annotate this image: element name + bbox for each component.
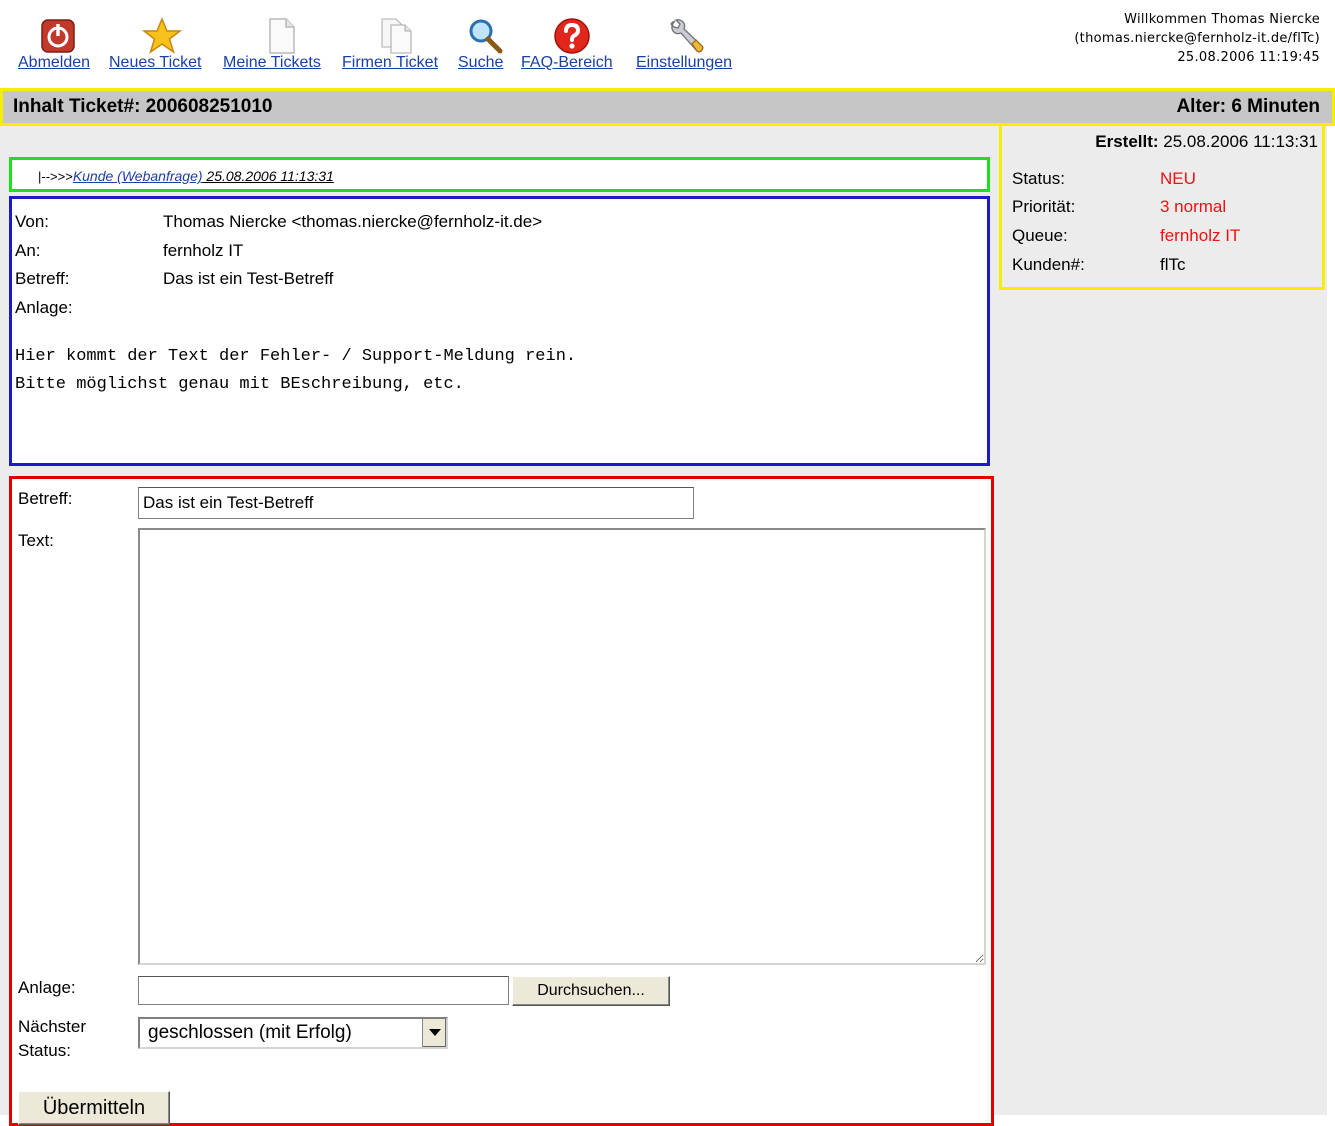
toolbar-label-new-ticket[interactable]: Neues Ticket (109, 54, 201, 72)
power-icon (41, 19, 75, 53)
wrench-icon (670, 19, 704, 53)
info-value-status: NEU (1160, 169, 1196, 188)
message-field-label: Von: (15, 212, 50, 231)
article-list-entry: |-->>>Kunde (Webanfrage) 25.08.2006 11:1… (9, 157, 990, 192)
ticket-title: Inhalt Ticket#: 200608251010 (13, 96, 273, 117)
toolbar-label-my-tickets[interactable]: Meine Tickets (223, 54, 321, 72)
search-icon (469, 19, 503, 54)
article-date: 25.08.2006 11:13:31 (202, 168, 334, 184)
toolbar-label-settings[interactable]: Einstellungen (636, 54, 732, 72)
welcome-text: Willkommen Thomas Niercke (1124, 12, 1320, 27)
ticket-info-box: Erstellt: 25.08.2006 11:13:31 Status: NE… (999, 126, 1325, 290)
document-icon (269, 18, 295, 54)
ticket-age: Alter: 6 Minuten (1176, 96, 1320, 117)
toolbar-label-faq[interactable]: FAQ-Bereich (521, 54, 613, 72)
info-value-priority: 3 normal (1160, 197, 1227, 216)
article-message: Von: Thomas Niercke <thomas.niercke@fern… (9, 196, 990, 466)
documents-icon (381, 18, 412, 54)
attachment-input[interactable] (138, 976, 509, 1005)
toolbar-label-company-tickets[interactable]: Firmen Ticket (342, 54, 438, 72)
user-account: (thomas.niercke@fernholz-it.de/flTc) (1074, 31, 1320, 46)
message-field-value: Das ist ein Test-Betreff (163, 269, 334, 288)
message-field-value: Thomas Niercke <thomas.niercke@fernholz-… (163, 212, 543, 231)
user-info: Willkommen Thomas Niercke (thomas.nierck… (1074, 10, 1320, 67)
next-status-select[interactable]: geschlossen (mit Erfolg) (138, 1017, 448, 1049)
article-sender-link[interactable]: Kunde (Webanfrage) (73, 168, 203, 184)
created-label: Erstellt: (1095, 132, 1159, 151)
ticket-header: Inhalt Ticket#: 200608251010 Alter: 6 Mi… (0, 88, 1335, 126)
subject-input[interactable] (138, 487, 694, 519)
next-status-label-line1: Nächster (18, 1017, 87, 1036)
subject-label: Betreff: (18, 489, 73, 508)
message-field-label: Betreff: (15, 269, 70, 288)
reply-form: Betreff: Text: Anlage: Durchsuchen... Nä… (9, 476, 994, 1126)
created-info: Erstellt: 25.08.2006 11:13:31 (1095, 132, 1318, 152)
browse-button[interactable]: Durchsuchen... (512, 976, 670, 1006)
text-label: Text: (18, 531, 54, 550)
toolbar-label-search[interactable]: Suche (458, 54, 503, 72)
info-label: Status: (1012, 169, 1065, 188)
next-status-label-line2: Status: (18, 1041, 71, 1060)
chevron-down-icon[interactable] (422, 1019, 446, 1047)
info-label: Priorität: (1012, 197, 1076, 216)
text-area[interactable] (138, 528, 986, 965)
star-icon (142, 17, 182, 54)
help-icon (554, 18, 590, 54)
submit-button[interactable]: Übermitteln (18, 1091, 170, 1125)
info-value-queue: fernholz IT (1160, 226, 1241, 245)
message-field-label: Anlage: (15, 298, 73, 317)
message-body: Hier kommt der Text der Fehler- / Suppor… (15, 347, 577, 394)
message-field-value: fernholz IT (163, 241, 244, 260)
article-prefix: |-->>> (38, 169, 73, 184)
message-field-label: An: (15, 241, 41, 260)
current-datetime: 25.08.2006 11:19:45 (1177, 50, 1320, 65)
toolbar-label-logout[interactable]: Abmelden (18, 54, 90, 72)
info-label: Queue: (1012, 226, 1068, 245)
next-status-value: geschlossen (mit Erfolg) (148, 1022, 352, 1043)
info-label: Kunden#: (1012, 255, 1085, 274)
info-value-customer: flTc (1160, 255, 1186, 274)
attachment-label: Anlage: (18, 978, 76, 997)
created-value: 25.08.2006 11:13:31 (1158, 132, 1318, 151)
